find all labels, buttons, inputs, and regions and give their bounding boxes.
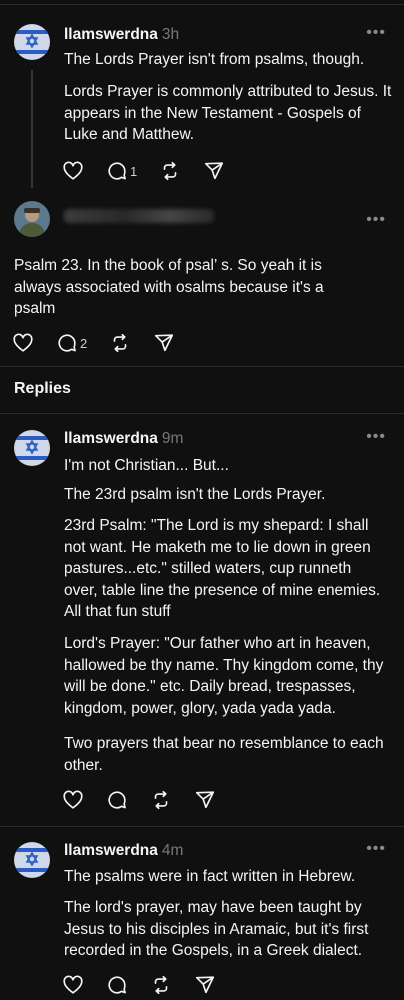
timestamp: 3h <box>161 26 180 43</box>
comment-icon <box>58 334 76 352</box>
username-text[interactable]: llamswerdna <box>64 430 158 447</box>
repost-button[interactable] <box>150 789 172 811</box>
send-icon <box>195 976 215 994</box>
reply-text-line: The 23rd psalm isn't the Lords Prayer. <box>64 486 326 503</box>
timestamp: 4m <box>161 842 184 859</box>
post-text-paragraph: Lords Prayer is commonly attributed to J… <box>64 83 392 143</box>
heart-icon <box>63 975 83 994</box>
reply-text-paragraph: 23rd Psalm: "The Lord is my shepard: I s… <box>64 517 381 620</box>
reply-text-paragraph: The lord's prayer, may have been taught … <box>64 899 369 959</box>
repost-icon <box>113 333 127 353</box>
repost-icon <box>154 975 168 995</box>
username[interactable]: llamswerdna 9m <box>64 430 183 448</box>
blurred-username <box>64 209 214 223</box>
share-button[interactable] <box>194 789 216 811</box>
replies-header: Replies <box>14 380 71 397</box>
post-llamswerdna-3h: llamswerdna 3h ••• The Lords Prayer isn't… <box>0 0 404 195</box>
reply-actions <box>62 787 238 813</box>
reply-button[interactable] <box>106 974 128 996</box>
like-button[interactable] <box>12 332 34 354</box>
post-actions: 2 <box>12 330 197 356</box>
username-text[interactable]: llamswerdna <box>64 26 158 43</box>
repost-icon <box>154 790 168 810</box>
username-text[interactable]: llamswerdna <box>64 842 158 859</box>
like-button[interactable] <box>62 160 84 182</box>
comment-icon <box>108 791 126 809</box>
reply-text-paragraph: Two prayers that bear no resemblance to … <box>64 735 384 774</box>
share-button[interactable] <box>203 160 225 182</box>
heart-icon <box>63 790 83 809</box>
share-button[interactable] <box>194 974 216 996</box>
send-icon <box>195 791 215 809</box>
username[interactable]: llamswerdna 3h <box>64 26 179 44</box>
avatar[interactable] <box>14 24 50 60</box>
thread-line <box>31 70 33 188</box>
share-button[interactable] <box>153 332 175 354</box>
timestamp: 9m <box>161 430 184 447</box>
like-button[interactable] <box>62 789 84 811</box>
reply-actions <box>62 972 238 998</box>
reply-count: 1 <box>130 163 138 179</box>
send-icon <box>155 334 174 352</box>
more-options-icon[interactable]: ••• <box>366 428 386 446</box>
avatar[interactable] <box>14 842 50 878</box>
heart-icon <box>13 333 33 352</box>
section-divider <box>0 366 404 367</box>
username[interactable]: llamswerdna 4m <box>64 842 183 860</box>
post-actions: 1 <box>62 158 247 184</box>
comment-icon <box>108 162 126 180</box>
reply-button[interactable] <box>106 789 128 811</box>
section-divider <box>0 826 404 827</box>
reply-text-line: I'm not Christian... But... <box>64 457 229 474</box>
repost-button[interactable] <box>150 974 172 996</box>
reply-button[interactable]: 1 <box>106 160 137 182</box>
avatar[interactable] <box>14 430 50 466</box>
avatar[interactable] <box>14 201 50 237</box>
send-icon <box>205 162 224 180</box>
comment-icon <box>108 976 126 994</box>
repost-icon <box>163 161 177 181</box>
post-text-paragraph: Psalm 23. In the book of psal’ s. So yea… <box>14 257 324 317</box>
heart-icon <box>63 161 83 180</box>
reply-count: 2 <box>80 335 88 351</box>
reply-button[interactable]: 2 <box>56 332 87 354</box>
more-options-icon[interactable]: ••• <box>366 24 386 42</box>
section-divider <box>0 413 404 414</box>
more-options-icon[interactable]: ••• <box>366 211 386 229</box>
post-text-line: The Lords Prayer isn't from psalms, thou… <box>64 51 365 68</box>
reply-text-line: The psalms were in fact written in Hebre… <box>64 868 356 885</box>
repost-button[interactable] <box>159 160 181 182</box>
reply-text-paragraph: Lord's Prayer: "Our father who art in he… <box>64 635 384 717</box>
more-options-icon[interactable]: ••• <box>366 840 386 858</box>
like-button[interactable] <box>62 974 84 996</box>
repost-button[interactable] <box>109 332 131 354</box>
